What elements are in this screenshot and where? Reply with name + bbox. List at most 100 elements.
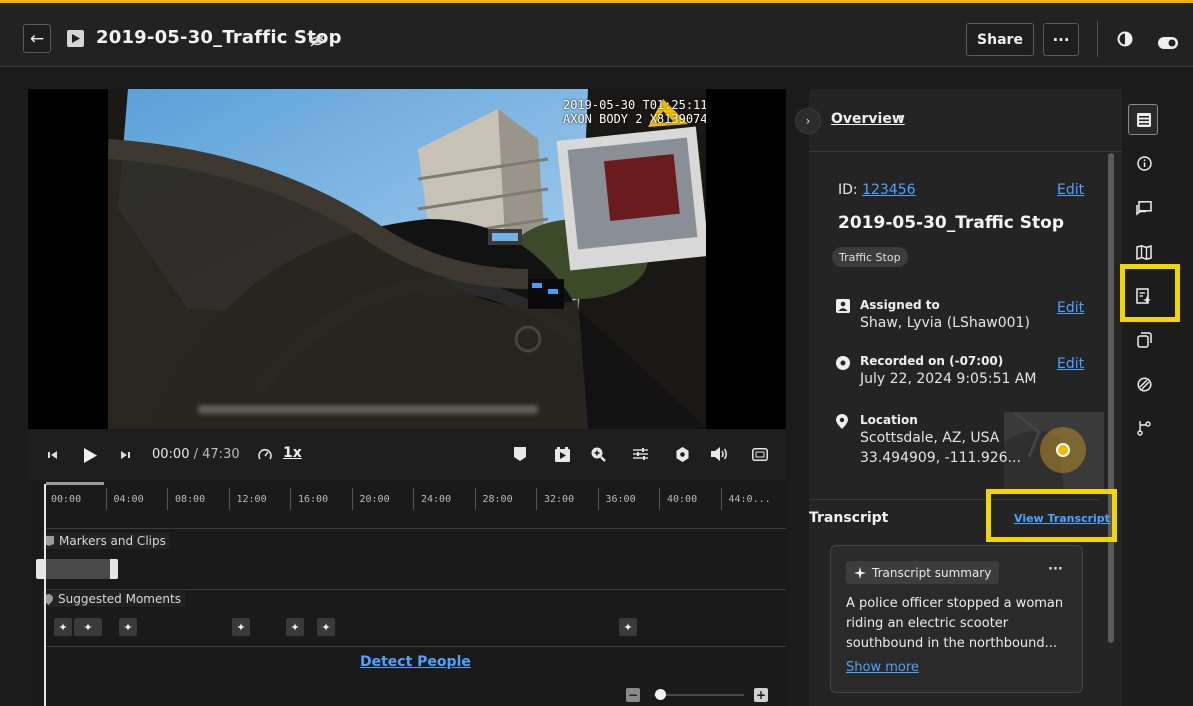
timeline-tick: 04:00 bbox=[105, 488, 144, 510]
timeline-tick: 32:00 bbox=[536, 488, 574, 510]
suggested-moment[interactable]: ✦ bbox=[232, 618, 250, 636]
highlight-box-transcript-icon bbox=[1120, 264, 1180, 322]
player-controls: 00:00 / 47:30 1x bbox=[28, 430, 786, 480]
clip-icon[interactable] bbox=[553, 445, 571, 463]
header: ← 2019-05-30_Traffic Stop Share ··· bbox=[0, 3, 1193, 67]
panel-divider bbox=[809, 151, 1122, 152]
clock-icon bbox=[836, 355, 850, 374]
overview-icon[interactable] bbox=[1132, 108, 1156, 132]
timeline-tick: 28:00 bbox=[474, 488, 513, 510]
suggested-moment[interactable]: ✦ bbox=[619, 618, 637, 636]
prev-frame-icon[interactable] bbox=[46, 448, 60, 462]
playhead[interactable] bbox=[44, 484, 46, 706]
back-button[interactable]: ← bbox=[23, 24, 51, 53]
timeline-tick: 12:00 bbox=[228, 488, 267, 510]
playback-speed[interactable]: 1x bbox=[283, 445, 302, 461]
clip-start-handle[interactable] bbox=[36, 559, 44, 579]
detect-people-link[interactable]: Detect People bbox=[360, 654, 471, 670]
clip-range[interactable] bbox=[42, 559, 118, 579]
speed-gauge-icon[interactable] bbox=[256, 446, 274, 464]
transcript-heading: Transcript bbox=[809, 510, 889, 526]
video-player[interactable]: 2019-05-30 T01:25:11Z AXON BODY 2 X81390… bbox=[28, 89, 786, 429]
category-chip: Traffic Stop bbox=[832, 247, 908, 267]
timeline-tick: 08:00 bbox=[167, 488, 205, 510]
suggested-moment[interactable]: ✦ bbox=[286, 618, 304, 636]
timeline[interactable]: 00:00 04:00 08:00 12:00 16:00 20:00 24:00 28:00… bbox=[28, 480, 786, 706]
fullscreen-icon[interactable] bbox=[750, 445, 770, 463]
contrast-icon[interactable] bbox=[1117, 31, 1133, 51]
copy-icon[interactable] bbox=[1132, 328, 1156, 352]
more-options-button[interactable]: ··· bbox=[1043, 23, 1079, 56]
video-frame: 2019-05-30 T01:25:11Z AXON BODY 2 X81390… bbox=[108, 89, 706, 429]
timeline-tick: 24:00 bbox=[413, 488, 451, 510]
summary-text: A police officer stopped a woman riding … bbox=[846, 596, 1064, 651]
video-icon bbox=[67, 30, 84, 47]
adjust-icon[interactable] bbox=[631, 445, 649, 463]
share-button[interactable]: Share bbox=[966, 23, 1034, 56]
map-icon[interactable] bbox=[1132, 240, 1156, 264]
volume-icon[interactable] bbox=[710, 445, 730, 463]
edit-assigned-link[interactable]: Edit bbox=[1057, 300, 1084, 316]
edit-recorded-link[interactable]: Edit bbox=[1057, 356, 1084, 372]
video-timestamp-overlay: 2019-05-30 T01:25:11Z AXON BODY 2 X81390… bbox=[563, 98, 706, 126]
timeline-tick: 00:00 bbox=[51, 494, 82, 505]
record-id-link[interactable]: 123456 bbox=[862, 182, 915, 198]
timeline-tick: 16:00 bbox=[290, 488, 328, 510]
suggested-moment[interactable]: ✦ bbox=[119, 618, 137, 636]
track-divider bbox=[44, 528, 786, 529]
info-icon[interactable] bbox=[1132, 151, 1156, 175]
record-title: 2019-05-30_Traffic Stop bbox=[838, 213, 1064, 233]
page-title: 2019-05-30_Traffic Stop bbox=[96, 27, 342, 48]
show-more-link[interactable]: Show more bbox=[846, 660, 919, 675]
suggested-moment[interactable]: ✦ bbox=[74, 618, 102, 636]
comments-icon[interactable] bbox=[1132, 196, 1156, 220]
timeline-ruler: 00:00 04:00 08:00 12:00 16:00 20:00 24:00 28:00… bbox=[44, 486, 786, 510]
toggle-icon[interactable] bbox=[1158, 34, 1178, 53]
next-frame-icon[interactable] bbox=[118, 448, 132, 462]
overview-dropdown[interactable]: Overview bbox=[831, 111, 905, 127]
zoom-in-button[interactable]: + bbox=[754, 688, 768, 702]
collapse-panel-button[interactable]: › bbox=[795, 108, 821, 134]
suggested-moment[interactable]: ✦ bbox=[54, 618, 72, 636]
icon-rail bbox=[1122, 89, 1193, 706]
recorded-label: Recorded on (-07:00) bbox=[860, 354, 1004, 368]
app-root: ← 2019-05-30_Traffic Stop Share ··· 2019… bbox=[0, 0, 1193, 706]
moments-track-label: Suggested Moments bbox=[42, 591, 185, 607]
header-divider bbox=[1097, 21, 1098, 57]
clip-end-handle[interactable] bbox=[110, 559, 118, 579]
edit-id-link[interactable]: Edit bbox=[1057, 182, 1084, 198]
marker-icon[interactable] bbox=[512, 445, 528, 463]
workflow-icon[interactable] bbox=[1132, 416, 1156, 440]
summary-more-button[interactable]: ··· bbox=[1048, 562, 1063, 577]
timeline-zoom-knob[interactable] bbox=[655, 689, 666, 700]
redact-icon[interactable] bbox=[1132, 372, 1156, 396]
time-display: 00:00 / 47:30 bbox=[152, 447, 240, 462]
play-icon[interactable] bbox=[82, 446, 98, 464]
sparkle-icon bbox=[854, 566, 866, 579]
video-watermark bbox=[198, 405, 538, 414]
location-pin-icon bbox=[836, 414, 848, 433]
chevron-down-icon[interactable]: ▾ bbox=[899, 113, 904, 123]
suggested-moment[interactable]: ✦ bbox=[317, 618, 335, 636]
assigned-value: Shaw, Lyvia (LShaw001) bbox=[860, 315, 1030, 331]
transcript-summary-chip: Transcript summary bbox=[846, 561, 1000, 584]
markers-track-label: Markers and Clips bbox=[42, 533, 170, 549]
eye-off-icon[interactable] bbox=[309, 32, 325, 51]
track-divider bbox=[44, 589, 786, 590]
badge-icon bbox=[836, 298, 850, 317]
assigned-label: Assigned to bbox=[860, 298, 940, 312]
highlight-box-view-transcript bbox=[986, 489, 1117, 542]
recorded-value: July 22, 2024 9:05:51 AM bbox=[860, 371, 1037, 387]
record-id: ID: 123456 bbox=[838, 182, 916, 198]
scrub-progress[interactable] bbox=[46, 482, 104, 485]
location-line2: 33.494909, -111.926... bbox=[860, 450, 1021, 466]
track-divider bbox=[44, 646, 786, 647]
timeline-tick: 40:00 bbox=[659, 488, 697, 510]
map-pin-icon bbox=[1056, 443, 1070, 457]
zoom-in-icon[interactable] bbox=[589, 445, 607, 463]
timeline-zoom-slider[interactable] bbox=[654, 694, 744, 696]
panel-scrollbar[interactable] bbox=[1108, 153, 1114, 643]
zoom-out-button[interactable]: − bbox=[626, 688, 640, 702]
settings-icon[interactable] bbox=[673, 445, 691, 463]
timeline-tick: 36:00 bbox=[597, 488, 636, 510]
